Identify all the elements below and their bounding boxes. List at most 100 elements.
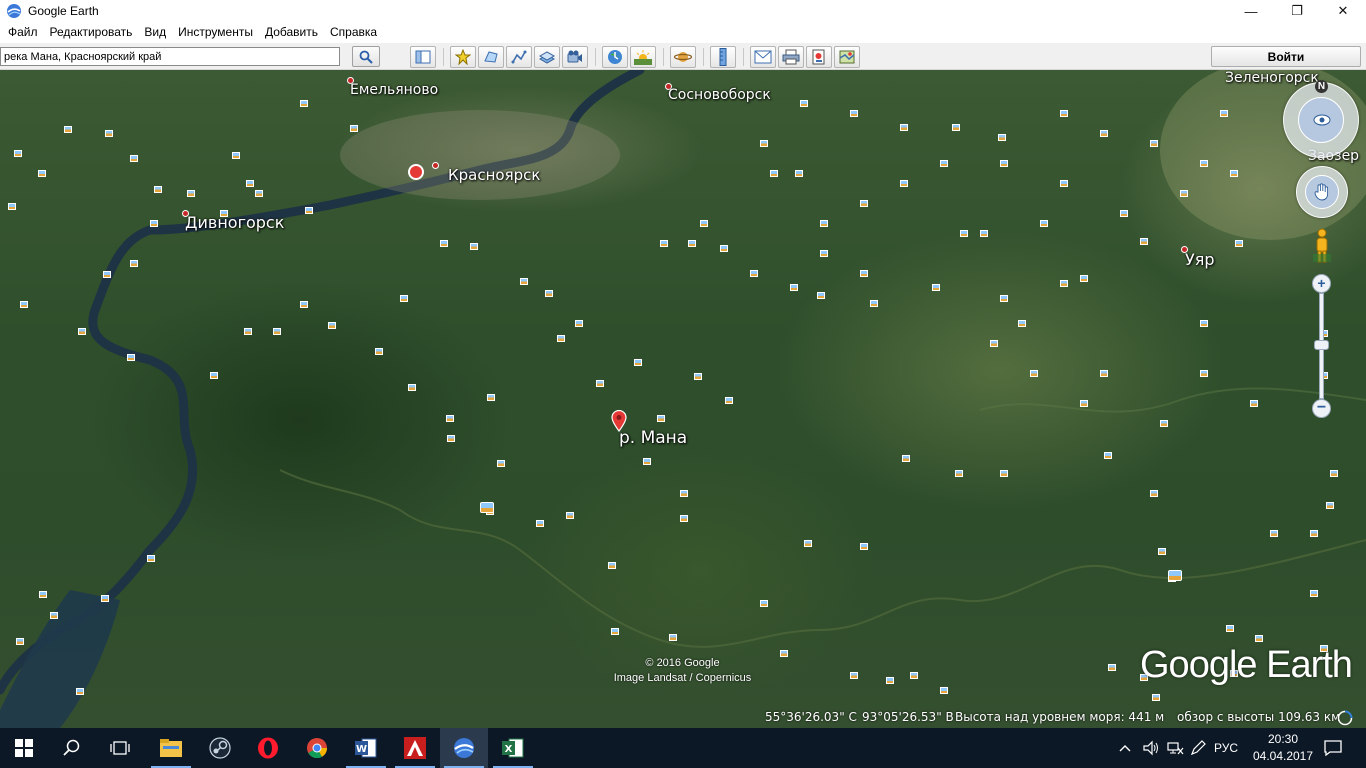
photo-marker-icon[interactable] (998, 134, 1006, 141)
add-path-button[interactable] (506, 46, 532, 68)
photo-marker-icon[interactable] (130, 260, 138, 267)
photo-marker-icon[interactable] (244, 328, 252, 335)
photo-marker-icon[interactable] (1150, 140, 1158, 147)
photo-marker-icon[interactable] (886, 677, 894, 684)
photo-marker-icon[interactable] (350, 125, 358, 132)
switch-planet-button[interactable] (670, 46, 696, 68)
save-image-button[interactable] (806, 46, 832, 68)
photo-marker-icon[interactable] (1168, 570, 1182, 581)
taskbar-clock[interactable]: 20:30 04.04.2017 (1252, 731, 1314, 765)
photo-marker-icon[interactable] (14, 150, 22, 157)
photo-marker-icon[interactable] (1235, 240, 1243, 247)
photo-marker-icon[interactable] (1120, 210, 1128, 217)
photo-marker-icon[interactable] (1230, 170, 1238, 177)
photo-marker-icon[interactable] (790, 284, 798, 291)
photo-marker-icon[interactable] (103, 271, 111, 278)
photo-marker-icon[interactable] (408, 384, 416, 391)
photo-marker-icon[interactable] (1330, 470, 1338, 477)
photo-marker-icon[interactable] (566, 512, 574, 519)
photo-marker-icon[interactable] (246, 180, 254, 187)
photo-marker-icon[interactable] (990, 340, 998, 347)
action-center-button[interactable] (1310, 728, 1356, 768)
photo-marker-icon[interactable] (1220, 110, 1228, 117)
photo-marker-icon[interactable] (1018, 320, 1026, 327)
photo-marker-icon[interactable] (1108, 664, 1116, 671)
photo-marker-icon[interactable] (1200, 370, 1208, 377)
photo-marker-icon[interactable] (608, 562, 616, 569)
photo-marker-icon[interactable] (575, 320, 583, 327)
photo-marker-icon[interactable] (1152, 694, 1160, 701)
photo-marker-icon[interactable] (1040, 220, 1048, 227)
photo-marker-icon[interactable] (1060, 280, 1068, 287)
menu-add[interactable]: Добавить (259, 22, 324, 43)
map-view[interactable]: Емельяново Сосновоборск Красноярск Дивно… (0, 70, 1366, 728)
photo-marker-icon[interactable] (1060, 180, 1068, 187)
email-button[interactable] (750, 46, 776, 68)
photo-marker-icon[interactable] (1158, 548, 1166, 555)
taskbar-word[interactable]: W (342, 728, 390, 768)
look-around-control[interactable]: N (1283, 80, 1359, 158)
photo-marker-icon[interactable] (480, 502, 494, 513)
network-icon[interactable] (1166, 740, 1184, 756)
photo-marker-icon[interactable] (38, 170, 46, 177)
ruler-button[interactable] (710, 46, 736, 68)
search-button[interactable] (352, 46, 380, 67)
minimize-button[interactable]: — (1228, 0, 1274, 22)
photo-marker-icon[interactable] (643, 458, 651, 465)
maximize-button[interactable]: ❐ (1274, 0, 1320, 22)
menu-help[interactable]: Справка (324, 22, 383, 43)
chevron-up-icon[interactable] (1118, 743, 1132, 753)
place-label-mana[interactable]: р. Мана (619, 428, 687, 448)
photo-marker-icon[interactable] (955, 470, 963, 477)
menu-file[interactable]: Файл (2, 22, 44, 43)
photo-marker-icon[interactable] (1255, 635, 1263, 642)
photo-marker-icon[interactable] (147, 555, 155, 562)
photo-marker-icon[interactable] (1270, 530, 1278, 537)
zoom-in-button[interactable]: + (1312, 274, 1331, 293)
photo-marker-icon[interactable] (8, 203, 16, 210)
photo-marker-icon[interactable] (50, 612, 58, 619)
add-overlay-button[interactable] (534, 46, 560, 68)
photo-marker-icon[interactable] (520, 278, 528, 285)
photo-marker-icon[interactable] (187, 190, 195, 197)
photo-marker-icon[interactable] (545, 290, 553, 297)
photo-marker-icon[interactable] (536, 520, 544, 527)
photo-marker-icon[interactable] (1000, 295, 1008, 302)
photo-marker-icon[interactable] (1180, 190, 1188, 197)
record-tour-button[interactable] (562, 46, 588, 68)
sidebar-toggle-button[interactable] (410, 46, 436, 68)
taskbar-autocad[interactable] (391, 728, 439, 768)
task-view-button[interactable] (96, 728, 144, 768)
taskbar-chrome[interactable] (293, 728, 341, 768)
place-label-sosnovoborsk[interactable]: Сосновоборск (668, 87, 771, 103)
zoom-out-button[interactable]: − (1312, 399, 1331, 418)
photo-marker-icon[interactable] (220, 210, 228, 217)
photo-marker-icon[interactable] (1100, 130, 1108, 137)
sunlight-button[interactable] (630, 46, 656, 68)
photo-marker-icon[interactable] (720, 245, 728, 252)
start-button[interactable] (0, 728, 48, 768)
place-label-divnogorsk[interactable]: Дивногорск (185, 213, 284, 232)
photo-marker-icon[interactable] (725, 397, 733, 404)
photo-marker-icon[interactable] (273, 328, 281, 335)
photo-marker-icon[interactable] (817, 292, 825, 299)
taskbar-google-earth[interactable] (440, 728, 488, 768)
photo-marker-icon[interactable] (940, 687, 948, 694)
photo-marker-icon[interactable] (669, 634, 677, 641)
photo-marker-icon[interactable] (1160, 420, 1168, 427)
zoom-slider[interactable]: + − (1312, 274, 1331, 418)
photo-marker-icon[interactable] (101, 595, 109, 602)
photo-marker-icon[interactable] (860, 543, 868, 550)
photo-marker-icon[interactable] (1104, 452, 1112, 459)
input-language-indicator[interactable]: РУС (1214, 741, 1238, 755)
photo-marker-icon[interactable] (487, 394, 495, 401)
photo-marker-icon[interactable] (657, 415, 665, 422)
photo-marker-icon[interactable] (127, 354, 135, 361)
photo-marker-icon[interactable] (760, 140, 768, 147)
place-label-zelenogorsk[interactable]: Зеленогорск (1225, 70, 1319, 86)
photo-marker-icon[interactable] (932, 284, 940, 291)
photo-marker-icon[interactable] (688, 240, 696, 247)
photo-marker-icon[interactable] (940, 160, 948, 167)
street-view-pegman-icon[interactable] (1313, 228, 1331, 264)
photo-marker-icon[interactable] (1200, 320, 1208, 327)
